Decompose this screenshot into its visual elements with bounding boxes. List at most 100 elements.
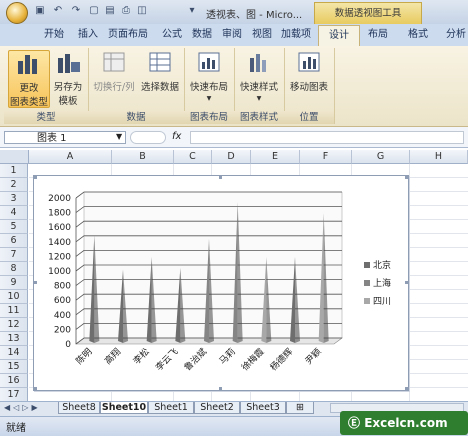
column-header-b[interactable]: B [112, 150, 174, 164]
save-as-template-button[interactable]: 另存为 模板 [50, 50, 86, 107]
x-category-label: 马莉 [217, 346, 238, 367]
row-header-10[interactable]: 10 [0, 290, 28, 304]
legend-label-四川: 四川 [373, 297, 391, 307]
y-tick-label: 400 [54, 311, 71, 321]
insert-function-button[interactable]: fx [172, 131, 181, 142]
y-tick-label: 600 [54, 296, 71, 306]
pivot-chart[interactable]: 0 200 400 600 800 1000 1200 1400 1600 1800 2000 陈明高… [33, 175, 409, 391]
quick-style-button[interactable]: 快速样式 ▾ [236, 50, 282, 106]
redo-icon[interactable]: ↷ [70, 5, 82, 17]
quick-style-icon [250, 54, 266, 72]
row-header-13[interactable]: 13 [0, 332, 28, 346]
save-template-icon [58, 54, 80, 73]
y-tick-label: 1600 [48, 223, 71, 233]
legend-label-北京: 北京 [373, 259, 391, 271]
row-header-9[interactable]: 9 [0, 276, 28, 290]
sheet-tab-sheet2[interactable]: Sheet2 [194, 402, 240, 414]
quick-layout-label: 快速布局 [189, 82, 228, 93]
row-header-4[interactable]: 4 [0, 206, 28, 220]
tab-analyze[interactable]: 分析 [444, 27, 468, 43]
row-header-1[interactable]: 1 [0, 164, 28, 178]
row-header-14[interactable]: 14 [0, 346, 28, 360]
x-category-label: 杨德辉 [268, 346, 296, 374]
formula-input[interactable] [190, 131, 464, 144]
sheet-tab-sheet3[interactable]: Sheet3 [240, 402, 286, 414]
new-document-icon[interactable]: ▢ [88, 5, 100, 17]
row-header-6[interactable]: 6 [0, 234, 28, 248]
save-template-label-2: 模板 [58, 96, 78, 107]
x-category-label: 鲁治斌 [182, 346, 210, 374]
sheet-tab-sheet1[interactable]: Sheet1 [148, 402, 194, 414]
y-tick-label: 2000 [48, 194, 71, 204]
tab-layout[interactable]: 布局 [366, 27, 390, 43]
group-data-label: 数据 [88, 111, 184, 124]
insert-sheet-icon[interactable]: ⊞ [286, 402, 314, 414]
row-header-15[interactable]: 15 [0, 360, 28, 374]
switch-row-column-icon [103, 52, 125, 72]
sheet-tab-sheet10[interactable]: Sheet10 [100, 402, 148, 414]
tab-format[interactable]: 格式 [406, 27, 430, 43]
column-header-g[interactable]: G [352, 150, 410, 164]
x-category-label: 高翔 [102, 346, 123, 367]
group-chart-style-label: 图表样式 [234, 111, 284, 124]
y-tick-label: 1800 [48, 209, 71, 219]
move-chart-label: 移动图表 [289, 82, 328, 93]
qat-dropdown-icon[interactable]: ▾ [186, 5, 198, 17]
row-header-17[interactable]: 17 [0, 388, 28, 402]
row-header-7[interactable]: 7 [0, 248, 28, 262]
row-header-5[interactable]: 5 [0, 220, 28, 234]
tab-review[interactable]: 审阅 [220, 27, 244, 43]
chart-type-icon [18, 55, 37, 74]
column-header-a[interactable]: A [29, 150, 112, 164]
move-chart-button[interactable]: 移动图表 [286, 50, 332, 106]
select-all-corner[interactable] [0, 150, 29, 164]
move-chart-icon [298, 52, 320, 72]
office-button[interactable] [6, 2, 28, 24]
row-header-16[interactable]: 16 [0, 374, 28, 388]
row-header-12[interactable]: 12 [0, 318, 28, 332]
change-chart-type-label-2: 图表类型 [9, 97, 48, 108]
name-box[interactable]: 图表 1 [4, 131, 126, 144]
chart-resize-handle [405, 387, 408, 390]
sheet-navigation-arrows[interactable]: ◀◁▷▶ [4, 403, 41, 412]
preview-icon[interactable]: ◫ [136, 5, 148, 17]
row-header-2[interactable]: 2 [0, 178, 28, 192]
column-header-d[interactable]: D [212, 150, 251, 164]
tab-view[interactable]: 视图 [250, 27, 274, 43]
sheet-tab-sheet8[interactable]: Sheet8 [58, 402, 100, 414]
change-chart-type-label-1: 更改 [19, 83, 39, 94]
quick-layout-button[interactable]: 快速布局 ▾ [186, 50, 232, 106]
print-icon[interactable]: ⎙ [120, 5, 132, 17]
row-header-11[interactable]: 11 [0, 304, 28, 318]
tab-home[interactable]: 开始 [42, 27, 66, 43]
tab-design[interactable]: 设计 [318, 25, 360, 46]
column-header-e[interactable]: E [251, 150, 300, 164]
switch-row-column-button[interactable]: 切换行/列 [92, 50, 136, 106]
group-location-label: 位置 [284, 111, 334, 124]
column-header-f[interactable]: F [300, 150, 352, 164]
select-data-button[interactable]: 选择数据 [138, 50, 182, 106]
pivotchart-tools-context: 数据透视图工具 [314, 2, 422, 25]
x-category-label: 李云飞 [153, 346, 181, 374]
column-header-c[interactable]: C [174, 150, 212, 164]
y-tick-label: 1400 [48, 238, 71, 248]
row-header-8[interactable]: 8 [0, 262, 28, 276]
y-tick-label: 200 [54, 325, 71, 335]
undo-icon[interactable]: ↶ [52, 5, 64, 17]
tab-insert[interactable]: 插入 [76, 27, 100, 43]
tab-addins[interactable]: 加载项 [279, 27, 313, 43]
save-icon[interactable]: ▣ [34, 5, 46, 17]
open-icon[interactable]: ▤ [104, 5, 116, 17]
column-gridline [409, 164, 410, 402]
column-header-h[interactable]: H [410, 150, 468, 164]
tab-page-layout[interactable]: 页面布局 [106, 27, 150, 43]
y-tick-label: 0 [65, 340, 71, 350]
tab-formulas[interactable]: 公式 [160, 27, 184, 43]
row-header-3[interactable]: 3 [0, 192, 28, 206]
formula-bar-expander[interactable] [130, 131, 166, 144]
name-box-dropdown-icon[interactable]: ▼ [116, 132, 122, 141]
tab-data[interactable]: 数据 [190, 27, 214, 43]
quick-style-label: 快速样式 [239, 82, 278, 93]
quick-style-dropdown-icon: ▾ [256, 93, 262, 104]
change-chart-type-button[interactable]: 更改 图表类型 [8, 50, 50, 108]
